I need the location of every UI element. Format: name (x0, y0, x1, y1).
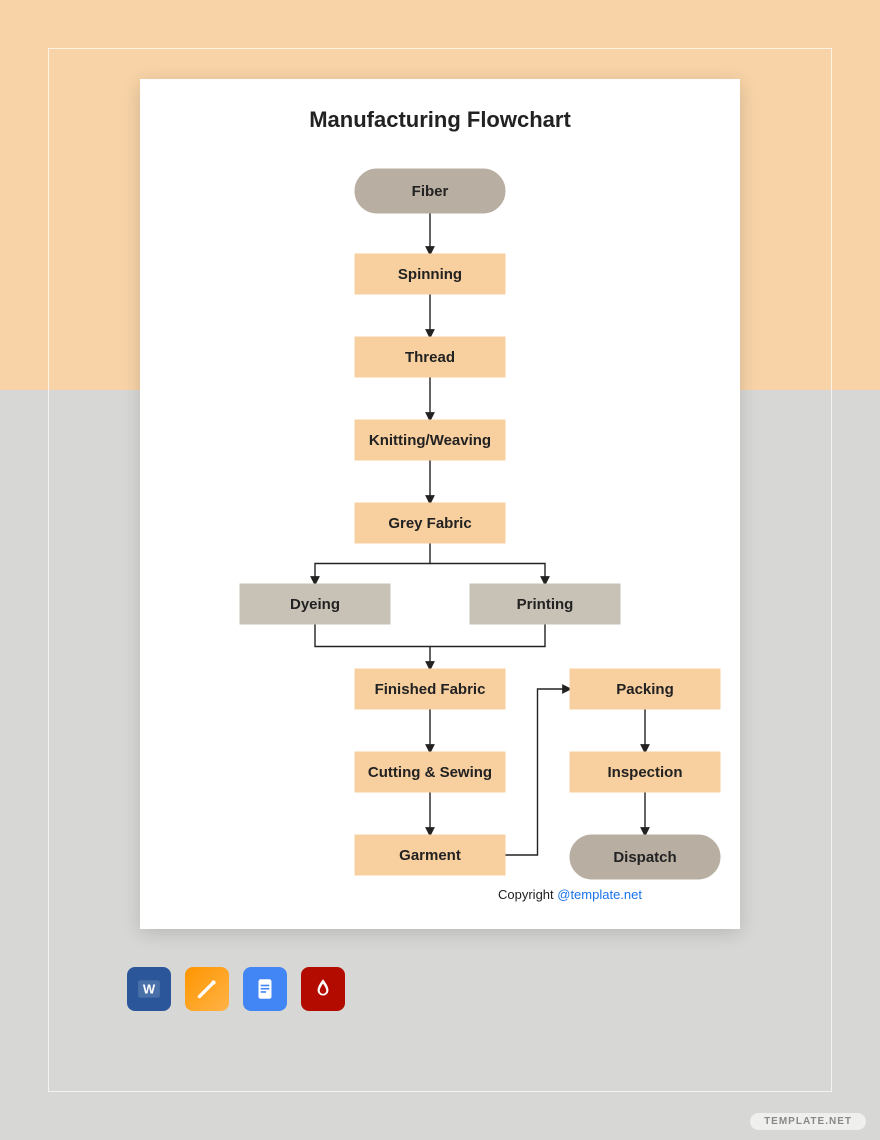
copyright-text: Copyright @template.net (498, 887, 642, 902)
node-label-dyeing: Dyeing (290, 596, 340, 613)
outer-frame: Manufacturing Flowchart Fiber Spinning Thr… (48, 48, 832, 1092)
node-finished: Finished Fabric (355, 669, 505, 709)
node-grey: Grey Fabric (355, 503, 505, 543)
flowchart-canvas: Manufacturing Flowchart Fiber Spinning Thr… (140, 79, 740, 929)
node-printing: Printing (470, 584, 620, 624)
node-label-spinning: Spinning (398, 266, 462, 283)
node-spinning: Spinning (355, 254, 505, 294)
node-cutting: Cutting & Sewing (355, 752, 505, 792)
node-label-knitting: Knitting/Weaving (369, 432, 491, 449)
watermark: TEMPLATE.NET (750, 1113, 866, 1130)
node-thread: Thread (355, 337, 505, 377)
node-dispatch: Dispatch (570, 835, 720, 879)
node-dyeing: Dyeing (240, 584, 390, 624)
node-inspection: Inspection (570, 752, 720, 792)
flowchart-title: Manufacturing Flowchart (309, 107, 571, 132)
pages-icon[interactable] (185, 967, 229, 1011)
node-label-grey: Grey Fabric (388, 515, 471, 532)
node-label-cutting: Cutting & Sewing (368, 764, 492, 781)
node-knitting: Knitting/Weaving (355, 420, 505, 460)
document-sheet: Manufacturing Flowchart Fiber Spinning Thr… (140, 79, 740, 929)
node-label-dispatch: Dispatch (613, 849, 676, 866)
node-label-inspection: Inspection (607, 764, 682, 781)
format-icons-row: W (127, 967, 345, 1011)
node-label-fiber: Fiber (412, 183, 449, 200)
node-label-thread: Thread (405, 349, 455, 366)
word-icon[interactable]: W (127, 967, 171, 1011)
pdf-icon[interactable] (301, 967, 345, 1011)
gdoc-icon[interactable] (243, 967, 287, 1011)
node-garment: Garment (355, 835, 505, 875)
node-label-printing: Printing (517, 596, 574, 613)
node-label-finished: Finished Fabric (375, 681, 486, 698)
node-label-packing: Packing (616, 681, 674, 698)
svg-text:W: W (143, 981, 156, 996)
node-packing: Packing (570, 669, 720, 709)
node-label-garment: Garment (399, 847, 461, 864)
node-fiber: Fiber (355, 169, 505, 213)
